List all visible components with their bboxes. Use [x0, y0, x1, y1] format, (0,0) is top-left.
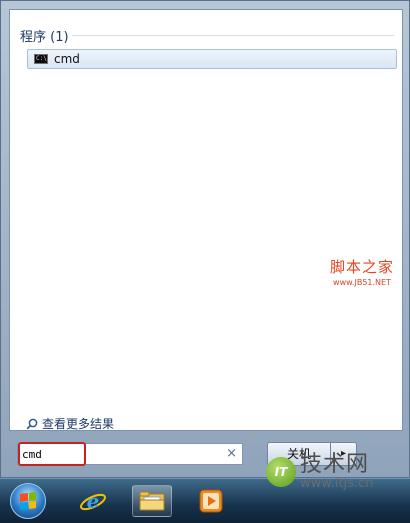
ie-icon: e	[80, 489, 106, 513]
cmd-console-icon: C:\	[34, 54, 48, 64]
taskbar-internet-explorer[interactable]: e	[76, 485, 110, 517]
start-menu: 程序 (1) C:\ cmd 脚本之家 www.JB51.NET 查看更多结果 …	[0, 0, 410, 478]
itjs-watermark-title: 技术网	[300, 452, 370, 477]
see-more-label: 查看更多结果	[42, 417, 115, 431]
jb51-watermark: 脚本之家 www.JB51.NET	[330, 256, 394, 287]
start-search-box[interactable]: ×	[17, 442, 243, 466]
svg-text:e: e	[87, 489, 100, 513]
result-item-label: cmd	[54, 52, 80, 66]
search-input[interactable]	[22, 444, 222, 464]
group-divider	[72, 35, 394, 36]
itjs-watermark: IT 技术网 www.itjs.cn	[266, 453, 373, 491]
jb51-watermark-url: www.JB51.NET	[333, 278, 391, 287]
taskbar-windows-explorer[interactable]	[132, 485, 172, 517]
start-orb-button[interactable]	[10, 483, 46, 519]
search-results-panel: 程序 (1) C:\ cmd 脚本之家 www.JB51.NET 查看更多结果	[9, 9, 403, 431]
jb51-watermark-title: 脚本之家	[330, 258, 395, 276]
result-item-cmd[interactable]: C:\ cmd	[27, 49, 397, 69]
folder-icon	[139, 491, 165, 511]
clear-search-icon[interactable]: ×	[226, 447, 237, 461]
see-more-results-link[interactable]: 查看更多结果	[26, 415, 114, 432]
itjs-watermark-url: www.itjs.cn	[300, 476, 374, 491]
search-icon	[26, 418, 38, 429]
itjs-logo-badge: IT	[266, 457, 296, 487]
windows-flag-icon	[20, 492, 36, 510]
results-group-header: 程序 (1)	[20, 30, 69, 45]
taskbar-media-player[interactable]	[194, 485, 228, 517]
media-player-icon	[199, 489, 223, 513]
